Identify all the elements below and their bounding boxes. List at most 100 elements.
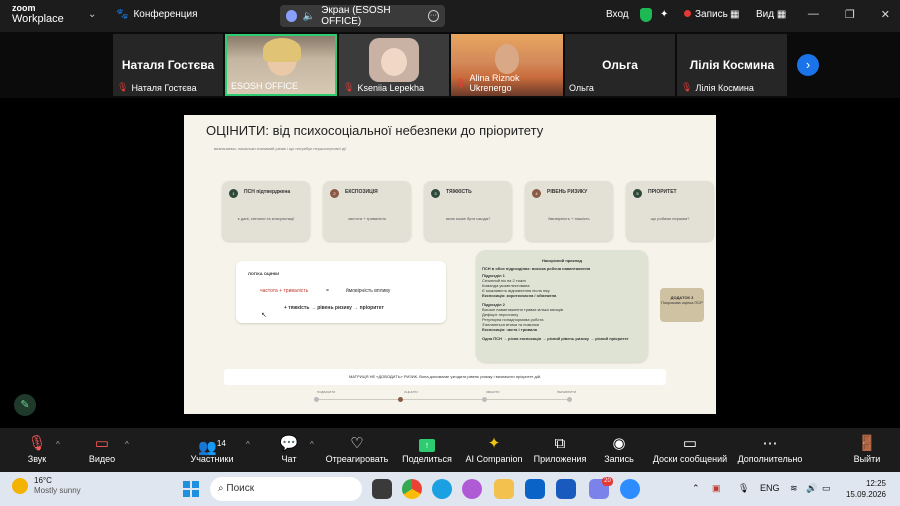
mic-muted-icon: 🎙 — [681, 82, 693, 92]
participants-options-caret[interactable]: ^ — [246, 440, 250, 449]
share-screen-icon: ↑ — [400, 432, 454, 454]
record-button[interactable]: ◉ Запись — [600, 428, 638, 472]
tray-expand-icon[interactable]: ⌃ — [692, 483, 700, 494]
apps-label: Приложения — [533, 454, 587, 464]
windows-start-icon[interactable] — [183, 481, 199, 497]
volume-icon[interactable]: 🔊 — [806, 483, 817, 494]
react-button[interactable]: ♡ Отреагировать — [324, 428, 390, 472]
zoom-app-icon[interactable] — [620, 479, 640, 499]
mouse-pointer-icon: ↖ — [261, 312, 267, 319]
sparkle-icon: ✦ — [487, 435, 501, 452]
audio-label: Звук — [27, 454, 47, 464]
meeting-label: Конференция — [133, 9, 198, 20]
audio-options-caret[interactable]: ^ — [56, 440, 60, 449]
share-button[interactable]: ↑ Поделиться — [400, 428, 454, 472]
next-page-button[interactable]: › — [797, 54, 819, 76]
participant-tile[interactable]: Лілія Космина 🎙 Лілія Космина — [677, 34, 787, 96]
participant-big-name: Наталя Гостєва — [121, 58, 215, 72]
example-intro: ПСН в обох підрозділах: висока робоча на… — [482, 266, 591, 271]
copilot-icon[interactable] — [462, 479, 482, 499]
mic-muted-icon: 🎙 — [117, 82, 129, 92]
chevron-down-icon[interactable]: ⌄ — [88, 9, 96, 20]
word-icon[interactable] — [556, 479, 576, 499]
whiteboard-icon: ▭ — [682, 435, 698, 452]
zoom-logo: zoom Workplace — [12, 3, 64, 25]
chrome-icon[interactable] — [402, 479, 422, 499]
participant-hair — [263, 38, 301, 62]
step-desc: що робимо першим? — [650, 216, 690, 221]
logic-formula-left: частота + тривалість — [260, 288, 309, 294]
apps-button[interactable]: ⧉ Приложения — [532, 428, 588, 472]
microphone-tray-icon[interactable]: 🎙 — [738, 483, 749, 494]
participants-button[interactable]: 👥14 Участники — [186, 428, 238, 472]
video-options-caret[interactable]: ^ — [125, 440, 129, 449]
chat-options-caret[interactable]: ^ — [310, 440, 314, 449]
minimize-icon[interactable]: — — [808, 8, 819, 21]
example-lines: Підрозділ 1 Сезонний пік на 2 тижні Кома… — [482, 273, 642, 332]
input-language[interactable]: ENG — [760, 483, 780, 493]
video-off-icon: ▭ — [94, 435, 110, 452]
participant-tile-active[interactable]: ESOSH OFFICE — [225, 34, 337, 96]
edge-icon[interactable] — [432, 479, 452, 499]
chevron-right-icon: › — [805, 57, 811, 72]
task-view-icon[interactable] — [372, 479, 392, 499]
participants-label: Участники — [190, 454, 234, 464]
participant-tile[interactable]: Ольга Ольга — [565, 34, 675, 96]
participant-tile[interactable]: 🎙 Kseniia Lepekha — [339, 34, 449, 96]
participant-tile[interactable]: 🎙 Alina Riznok Ukrenergo — [451, 34, 563, 96]
chat-button[interactable]: 💬 Чат — [272, 428, 306, 472]
mic-muted-icon: 🎙 — [27, 435, 47, 452]
apps-icon: ⧉ — [554, 435, 566, 452]
step-number: 4 — [532, 189, 541, 198]
security-shield-icon[interactable] — [640, 8, 652, 22]
system-clock[interactable]: 12:25 15.09.2026 — [846, 478, 886, 500]
whiteboards-button[interactable]: ▭ Доски сообщений — [650, 428, 730, 472]
file-explorer-icon[interactable] — [494, 479, 514, 499]
timeline-dot-active — [398, 397, 403, 402]
participant-name: Лілія Космина — [695, 82, 754, 93]
annotate-pencil-button[interactable]: ✎ — [14, 394, 36, 416]
ai-sparkle-icon[interactable]: ✦ — [660, 9, 668, 20]
video-button[interactable]: ▭ Видео — [80, 428, 124, 472]
taskbar-search[interactable]: ⌕ Поиск — [210, 477, 362, 501]
timeline-dot — [482, 397, 487, 402]
restore-icon[interactable]: ❐ — [845, 8, 855, 21]
signin-button[interactable]: Вход — [606, 9, 629, 20]
meeting-info-button[interactable]: 🐾 Конференция — [116, 9, 198, 20]
participant-tile[interactable]: Наталя Гостєва 🎙 Наталя Гостєва — [113, 34, 223, 96]
record-label: Запись — [604, 454, 634, 464]
outlook-icon[interactable] — [525, 479, 545, 499]
leave-button[interactable]: 🚪 Выйти — [848, 428, 886, 472]
more-options-icon[interactable]: ··· — [428, 10, 439, 22]
participant-face — [381, 48, 407, 76]
grid-apps-icon[interactable]: ▦ — [730, 9, 739, 20]
step-desc: ймовірність + тяжкість — [548, 216, 590, 221]
view-button[interactable]: Вид ▦ — [756, 9, 786, 20]
step-title: ТЯЖКІСТЬ — [446, 189, 472, 195]
close-icon[interactable]: ✕ — [881, 8, 890, 21]
chat-icon: 💬 — [279, 435, 299, 452]
timeline-dot — [314, 397, 319, 402]
wifi-icon[interactable]: ≋ — [790, 483, 798, 494]
participant-big-name: Ольга — [602, 58, 638, 72]
appendix-desc: Покрокова оцінка ПСР — [661, 300, 703, 305]
participants-icon: 👥14 — [198, 439, 226, 456]
battery-icon[interactable]: ▭ — [822, 483, 831, 494]
more-button[interactable]: ⋯ Дополнительно — [736, 428, 804, 472]
tray-app-icon[interactable]: ▣ — [712, 483, 721, 494]
screen-share-indicator[interactable]: 🔈 Экран (ESOSH OFFICE) ··· — [280, 5, 445, 27]
ai-companion-button[interactable]: ✦ AI Companion — [464, 428, 524, 472]
step-desc: якою може бути шкода? — [445, 216, 491, 221]
more-label: Дополнительно — [737, 454, 803, 464]
recording-status[interactable]: Запись — [684, 9, 728, 20]
weather-widget[interactable]: 16°C Mostly sunny — [12, 476, 81, 496]
clock-time: 12:25 — [865, 479, 886, 488]
weather-desc: Mostly sunny — [34, 486, 81, 495]
share-label: Поделиться — [402, 454, 452, 464]
step-title: ЕКСПОЗИЦІЯ — [345, 189, 378, 195]
participant-name: ESOSH OFFICE — [231, 81, 299, 91]
ai-label: AI Companion — [465, 454, 523, 464]
whiteboard-label: Доски сообщений — [652, 454, 728, 464]
audio-button[interactable]: 🎙 Звук — [16, 428, 58, 472]
timeline-label: ПОДБАЧИТИ — [317, 390, 336, 394]
